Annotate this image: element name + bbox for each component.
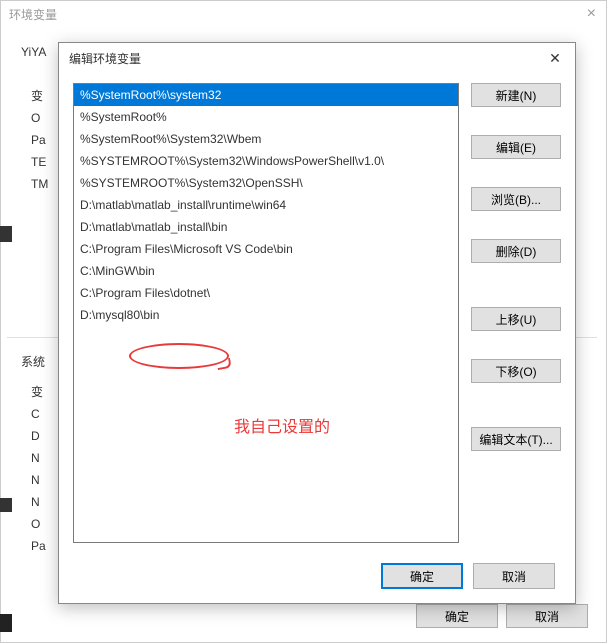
- path-list-item[interactable]: %SYSTEMROOT%\System32\WindowsPowerShell\…: [74, 150, 458, 172]
- moveup-button[interactable]: 上移(U): [471, 307, 561, 331]
- background-sliver: [0, 226, 12, 242]
- new-button[interactable]: 新建(N): [471, 83, 561, 107]
- delete-button[interactable]: 删除(D): [471, 239, 561, 263]
- movedown-button[interactable]: 下移(O): [471, 359, 561, 383]
- outer-titlebar: 环境变量: [1, 1, 606, 29]
- edit-button[interactable]: 编辑(E): [471, 135, 561, 159]
- close-icon[interactable]: ×: [587, 5, 596, 23]
- col-cell: TM: [31, 173, 48, 195]
- inner-footer: 确定 取消: [381, 563, 555, 589]
- path-list-item[interactable]: D:\mysql80\bin: [74, 304, 458, 326]
- col-cell: D: [31, 425, 46, 447]
- background-sliver: [0, 498, 12, 512]
- col-cell: N: [31, 491, 46, 513]
- side-buttons: 新建(N) 编辑(E) 浏览(B)... 删除(D) 上移(U) 下移(O) 编…: [471, 83, 561, 549]
- background-sliver: [0, 614, 12, 632]
- path-list-item[interactable]: %SystemRoot%: [74, 106, 458, 128]
- path-list-item[interactable]: D:\matlab\matlab_install\runtime\win64: [74, 194, 458, 216]
- outer-buttons: 确定 取消: [416, 604, 588, 628]
- path-list-item[interactable]: D:\matlab\matlab_install\bin: [74, 216, 458, 238]
- col-cell: N: [31, 447, 46, 469]
- col-cell: Pa: [31, 129, 48, 151]
- col-cell: Pa: [31, 535, 46, 557]
- col-cell: 变: [31, 381, 46, 403]
- path-list-item[interactable]: C:\Program Files\Microsoft VS Code\bin: [74, 238, 458, 260]
- browse-button[interactable]: 浏览(B)...: [471, 187, 561, 211]
- inner-body: %SystemRoot%\system32%SystemRoot%%System…: [59, 73, 575, 549]
- path-list-item[interactable]: C:\MinGW\bin: [74, 260, 458, 282]
- outer-cancel-button[interactable]: 取消: [506, 604, 588, 628]
- inner-titlebar: 编辑环境变量 ✕: [59, 43, 575, 73]
- edit-env-variable-dialog: 编辑环境变量 ✕ %SystemRoot%\system32%SystemRoo…: [58, 42, 576, 604]
- path-list-item[interactable]: %SystemRoot%\system32: [74, 84, 458, 106]
- col-cell: O: [31, 107, 48, 129]
- col-cell: N: [31, 469, 46, 491]
- system-vars-column: 变 C D N N N O Pa: [31, 381, 46, 557]
- inner-title: 编辑环境变量: [69, 50, 141, 67]
- path-list-item[interactable]: %SYSTEMROOT%\System32\OpenSSH\: [74, 172, 458, 194]
- user-vars-column: 变 O Pa TE TM: [31, 85, 48, 195]
- col-cell: O: [31, 513, 46, 535]
- system-section-label: 系统: [21, 353, 45, 370]
- path-list-item[interactable]: C:\Program Files\dotnet\: [74, 282, 458, 304]
- col-cell: TE: [31, 151, 48, 173]
- col-cell: 变: [31, 85, 48, 107]
- outer-title: 环境变量: [9, 6, 57, 23]
- cancel-button[interactable]: 取消: [473, 563, 555, 589]
- close-icon[interactable]: ✕: [545, 48, 565, 68]
- user-section-label: YiYA: [21, 45, 46, 59]
- col-cell: C: [31, 403, 46, 425]
- path-listbox[interactable]: %SystemRoot%\system32%SystemRoot%%System…: [73, 83, 459, 543]
- path-list-item[interactable]: %SystemRoot%\System32\Wbem: [74, 128, 458, 150]
- outer-ok-button[interactable]: 确定: [416, 604, 498, 628]
- ok-button[interactable]: 确定: [381, 563, 463, 589]
- edittext-button[interactable]: 编辑文本(T)...: [471, 427, 561, 451]
